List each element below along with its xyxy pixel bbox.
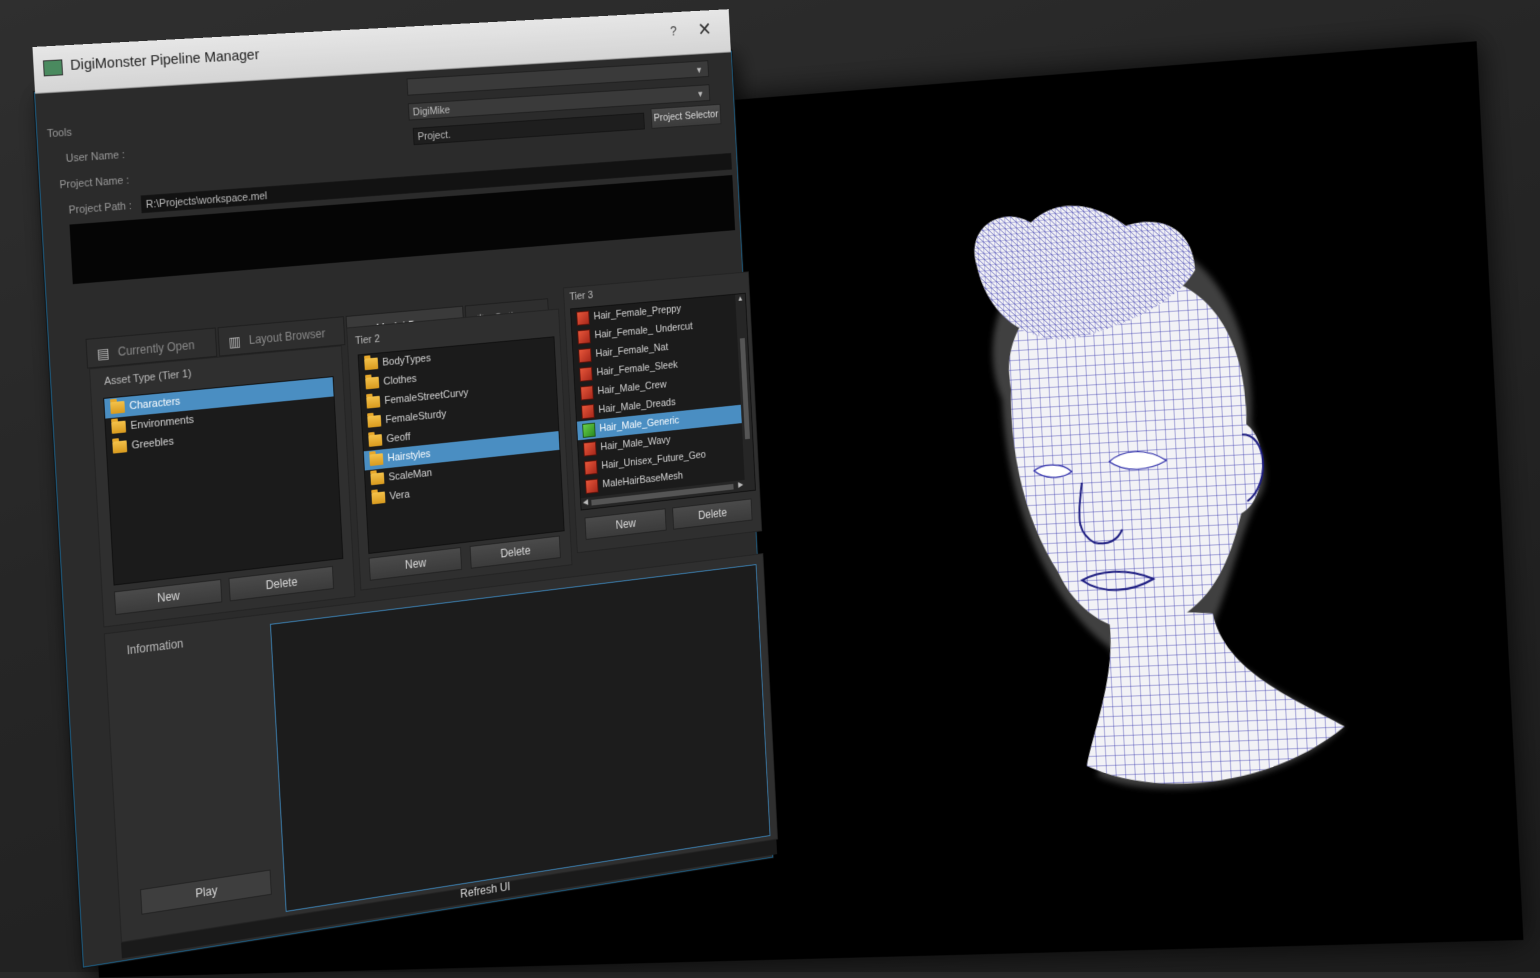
tier3-title: Tier 3 [569,289,594,303]
folder-icon [110,400,126,415]
folder-icon [112,440,128,454]
item-label: Hairstyles [387,448,431,465]
maya-file-icon [578,347,592,364]
head-wireframe-svg [972,197,1348,795]
tab-label: Layout Browser [248,326,326,347]
item-label: Vera [389,488,411,503]
maya-file-icon [579,366,593,382]
item-label: FemaleSturdy [385,408,447,426]
folder-icon [370,472,385,486]
user-name-label: User Name : [65,149,126,165]
tier1-new-button[interactable]: New [113,578,223,616]
maya-file-icon [583,441,597,457]
tier2-panel: Tier 2 BodyTypes Clothes FemaleStreetCur… [346,308,573,591]
scroll-left-icon[interactable]: ◀ [583,497,589,506]
head-wireframe-model [909,180,1388,810]
project-name-label: Project Name : [59,174,130,192]
tier1-delete-button[interactable]: Delete [228,565,335,602]
window-title: DigiMonster Pipeline Manager [69,46,260,74]
document-icon: ▤ [96,344,110,362]
maya-file-icon [581,403,595,420]
tier3-new-button[interactable]: New [584,508,667,540]
tools-label: Tools [46,126,73,141]
tier1-title: Asset Type (Tier 1) [103,367,192,388]
app-icon [42,59,64,77]
tier3-panel: Tier 3 Hair_Female_Preppy Hair_Female_ U… [562,271,763,554]
folder-icon [371,491,386,505]
user-combo-value: DigiMike [412,104,451,119]
tier3-list[interactable]: Hair_Female_Preppy Hair_Female_ Undercut… [570,292,756,511]
maya-file-icon [584,459,598,476]
item-label: Clothes [383,373,417,388]
folder-icon [369,453,384,467]
item-label: Environments [130,413,195,432]
folder-icon [111,420,127,434]
chevron-down-icon: ▼ [695,65,704,75]
project-selector-button[interactable]: Project Selector [650,103,722,129]
maya-file-icon [585,478,599,494]
maya-file-icon [580,385,594,401]
play-button[interactable]: Play [140,869,272,915]
folder-icon [367,414,382,428]
scroll-right-icon[interactable]: ▶ [738,480,743,489]
pipeline-manager-window[interactable]: DigiMonster Pipeline Manager ? ✕ ▼ Tools… [32,9,778,968]
close-button[interactable]: ✕ [697,18,712,42]
help-button[interactable]: ? [670,23,677,38]
tab-bar[interactable]: ▤ Currently Open ▥ Layout Browser ▦ Mode… [85,298,550,369]
layout-icon: ▥ [228,333,242,350]
chevron-down-icon: ▼ [696,89,705,99]
folder-icon [368,434,383,447]
information-label: Information [126,636,184,658]
tier1-list[interactable]: Characters Environments Greebles [103,376,344,586]
maya-file-icon [577,329,591,345]
tier2-title: Tier 2 [354,333,381,348]
item-label: BodyTypes [382,352,432,369]
project-path-label: Project Path : [68,200,133,217]
folder-icon [364,357,379,371]
maya-file-icon [582,422,596,438]
maya-file-icon [576,310,590,326]
tab-label: Currently Open [117,338,195,359]
scroll-up-icon[interactable]: ▲ [737,294,744,303]
folder-icon [366,395,381,409]
folder-icon [365,376,380,390]
item-label: Characters [129,395,181,413]
tier1-panel: Asset Type (Tier 1) Characters Environme… [89,345,356,628]
item-label: ScaleMan [388,467,433,484]
tier2-list[interactable]: BodyTypes Clothes FemaleStreetCurvy Fema… [357,336,565,554]
tier3-delete-button[interactable]: Delete [672,498,753,530]
item-label: Geoff [386,431,411,446]
scroll-thumb[interactable] [739,338,750,440]
item-label: Greebles [131,435,175,452]
